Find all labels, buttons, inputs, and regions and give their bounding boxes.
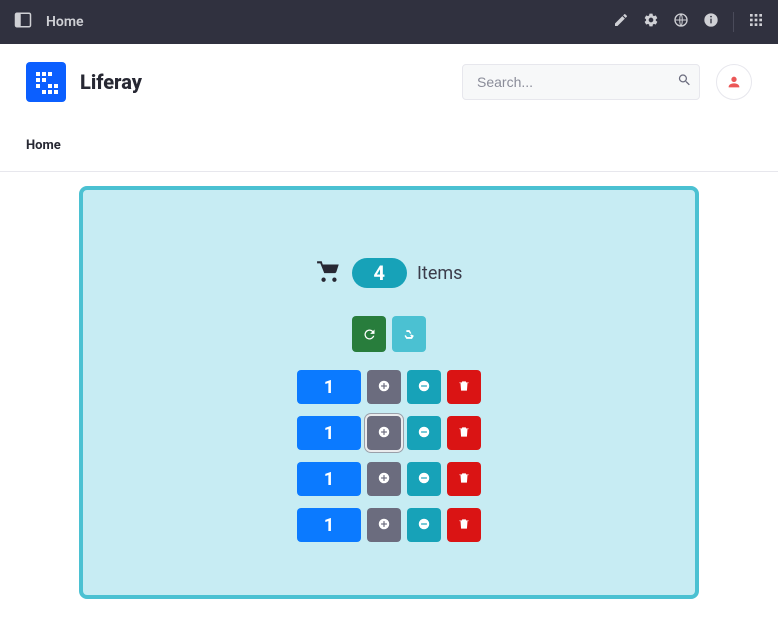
nav: Home: [0, 120, 778, 172]
items-label: Items: [417, 263, 462, 284]
minus-circle-icon: [417, 517, 431, 534]
topbar-title[interactable]: Home: [46, 14, 84, 30]
gear-icon[interactable]: [643, 12, 659, 32]
minus-circle-icon: [417, 379, 431, 396]
increment-button[interactable]: [367, 508, 401, 542]
cart-summary: 4 Items: [316, 258, 463, 288]
header: Liferay: [0, 44, 778, 120]
plus-circle-icon: [377, 379, 391, 396]
item-quantity: 1: [297, 416, 361, 450]
info-icon[interactable]: [703, 12, 719, 32]
minus-circle-icon: [417, 471, 431, 488]
globe-icon[interactable]: [673, 12, 689, 32]
decrement-button[interactable]: [407, 462, 441, 496]
trash-icon: [457, 425, 471, 442]
refresh-button[interactable]: [352, 316, 386, 352]
main: 4 Items 1 1 1 1: [0, 172, 778, 599]
sidebar-toggle-icon[interactable]: [14, 11, 32, 33]
cart-item-row: 1: [297, 416, 481, 450]
decrement-button[interactable]: [407, 508, 441, 542]
plus-circle-icon: [377, 471, 391, 488]
cart-item-row: 1: [297, 462, 481, 496]
brand-name[interactable]: Liferay: [80, 70, 142, 94]
user-avatar[interactable]: [716, 64, 752, 100]
topbar: Home: [0, 0, 778, 44]
brand-logo[interactable]: [26, 62, 66, 102]
apps-grid-icon[interactable]: [748, 12, 764, 32]
delete-button[interactable]: [447, 416, 481, 450]
item-quantity: 1: [297, 370, 361, 404]
delete-button[interactable]: [447, 462, 481, 496]
refresh-icon: [362, 327, 377, 342]
trash-icon: [457, 517, 471, 534]
nav-home[interactable]: Home: [26, 138, 61, 153]
search-icon[interactable]: [677, 73, 692, 92]
search-wrap: [462, 64, 700, 100]
plus-circle-icon: [377, 425, 391, 442]
cart-item-row: 1: [297, 370, 481, 404]
cart-count-badge: 4: [352, 258, 407, 288]
item-quantity: 1: [297, 508, 361, 542]
cart-portlet: 4 Items 1 1 1 1: [79, 186, 699, 599]
plus-circle-icon: [377, 517, 391, 534]
cart-actions: [352, 316, 426, 352]
decrement-button[interactable]: [407, 416, 441, 450]
minus-circle-icon: [417, 425, 431, 442]
delete-button[interactable]: [447, 370, 481, 404]
trash-icon: [457, 471, 471, 488]
recycle-button[interactable]: [392, 316, 426, 352]
cart-item-row: 1: [297, 508, 481, 542]
topbar-divider: [733, 12, 734, 32]
increment-button[interactable]: [367, 370, 401, 404]
topbar-left: Home: [14, 11, 84, 33]
cart-icon: [316, 258, 342, 288]
recycle-icon: [402, 327, 417, 342]
increment-button[interactable]: [367, 416, 401, 450]
delete-button[interactable]: [447, 508, 481, 542]
item-quantity: 1: [297, 462, 361, 496]
increment-button[interactable]: [367, 462, 401, 496]
decrement-button[interactable]: [407, 370, 441, 404]
topbar-right: [613, 12, 764, 32]
search-input[interactable]: [462, 64, 700, 100]
trash-icon: [457, 379, 471, 396]
header-left: Liferay: [26, 62, 142, 102]
edit-icon[interactable]: [613, 12, 629, 32]
header-right: [462, 64, 752, 100]
